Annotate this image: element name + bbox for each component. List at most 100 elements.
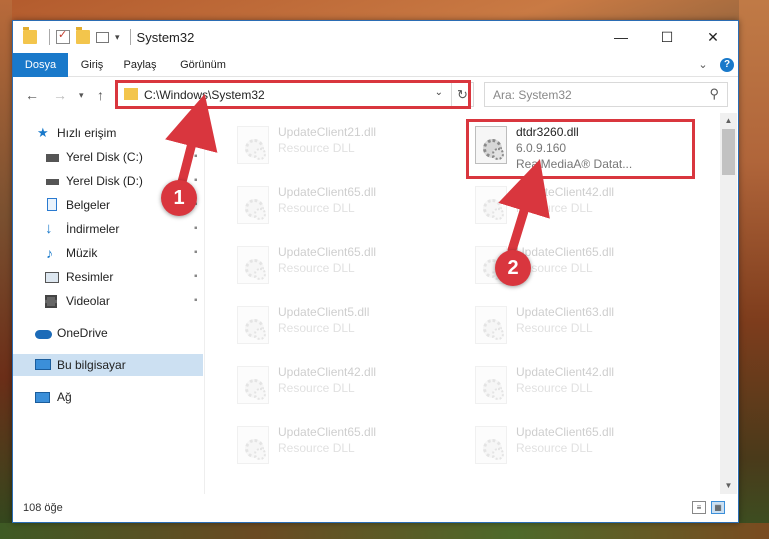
dll-file-icon <box>475 186 507 224</box>
maximize-button[interactable]: ☐ <box>644 21 690 53</box>
file-name: UpdateClient65.dll <box>516 425 615 439</box>
view-icon[interactable] <box>96 31 109 43</box>
file-item[interactable]: UpdateClient65.dll Resource DLL <box>229 422 459 472</box>
sidebar-item-videos[interactable]: Videolar ▪ <box>13 290 203 312</box>
ribbon-tabs: Dosya Giriş Paylaş Görünüm ⌄ ? <box>13 53 738 77</box>
sidebar-item-music[interactable]: ♪ Müzik ▪ <box>13 242 203 264</box>
documents-icon <box>47 198 57 211</box>
step-marker-1: 1 <box>161 180 197 216</box>
file-name: UpdateClient63.dll <box>516 305 615 319</box>
file-type: Resource DLL <box>278 141 355 155</box>
item-count: 108 öğe <box>23 502 63 514</box>
network-icon <box>35 392 50 403</box>
file-item[interactable]: UpdateClient65.dll Resource DLL <box>467 422 697 472</box>
large-icons-view-icon[interactable]: ▦ <box>711 501 725 514</box>
file-type: Resource DLL <box>516 201 593 215</box>
file-name: UpdateClient42.dll <box>516 365 615 379</box>
vertical-scrollbar[interactable]: ▲ ▼ <box>720 113 737 494</box>
sidebar-item-quick-access[interactable]: ★ Hızlı erişim <box>13 122 203 144</box>
sidebar-item-label: Resimler <box>66 270 114 284</box>
dll-file-icon <box>237 366 269 404</box>
download-icon: ↓ <box>45 220 53 237</box>
tab-share[interactable]: Paylaş <box>115 53 165 77</box>
desktop-background-right <box>739 0 769 539</box>
sidebar-item-label: Belgeler <box>66 198 111 212</box>
file-name: UpdateClient65.dll <box>278 185 377 199</box>
sidebar-item-label: Hızlı erişim <box>57 126 117 140</box>
back-arrow-icon[interactable]: ← <box>25 87 39 103</box>
customize-dropdown-icon[interactable]: ▾ <box>115 32 120 43</box>
file-item[interactable]: UpdateClient42.dll Resource DLL <box>229 362 459 412</box>
search-placeholder: Ara: System32 <box>493 88 572 102</box>
file-item[interactable]: UpdateClient21.dll Resource DLL <box>229 122 459 172</box>
up-arrow-icon[interactable]: ↑ <box>97 87 104 103</box>
pin-icon[interactable]: ▪ <box>194 242 198 264</box>
sidebar-item-onedrive[interactable]: OneDrive <box>13 322 203 344</box>
window-title: System32 <box>136 29 195 45</box>
file-type: Resource DLL <box>516 321 593 335</box>
cloud-icon <box>35 330 52 339</box>
ribbon-collapse-icon[interactable]: ⌄ <box>695 53 711 77</box>
search-icon[interactable]: ⚲ <box>709 86 719 102</box>
file-item[interactable]: UpdateClient65.dll Resource DLL <box>229 182 459 232</box>
tab-view[interactable]: Görünüm <box>171 53 235 77</box>
sidebar-item-this-pc[interactable]: Bu bilgisayar <box>13 354 203 376</box>
separator <box>49 29 50 45</box>
dll-file-icon <box>237 246 269 284</box>
help-icon[interactable]: ? <box>720 58 734 72</box>
pin-icon[interactable]: ▪ <box>194 290 198 312</box>
file-item[interactable]: UpdateClient42.dll Resource DLL <box>467 362 697 412</box>
sidebar-item-label: Ağ <box>57 390 72 404</box>
desktop-background-left <box>0 0 12 539</box>
tab-home[interactable]: Giriş <box>71 53 113 77</box>
details-view-icon[interactable]: ≡ <box>692 501 706 514</box>
dll-file-icon <box>475 306 507 344</box>
recent-locations-icon[interactable]: ▾ <box>79 90 84 101</box>
file-name: UpdateClient5.dll <box>278 305 370 319</box>
desktop-background-bottom <box>0 523 769 539</box>
drive-icon <box>46 154 59 162</box>
sidebar-item-label: Bu bilgisayar <box>57 358 126 372</box>
pin-icon[interactable]: ▪ <box>194 266 198 288</box>
videos-icon <box>45 295 57 308</box>
search-input[interactable]: Ara: System32 ⚲ <box>484 82 728 107</box>
file-type: Resource DLL <box>278 261 355 275</box>
navigation-pane: ★ Hızlı erişim Yerel Disk (C:) ▪ Yerel D… <box>13 113 205 494</box>
file-name: UpdateClient65.dll <box>278 245 377 259</box>
file-name: UpdateClient65.dll <box>516 245 615 259</box>
file-item[interactable]: UpdateClient65.dll Resource DLL <box>229 242 459 292</box>
properties-icon[interactable] <box>56 28 70 44</box>
file-item[interactable]: UpdateClient42.dll Resource DLL <box>467 182 697 232</box>
pictures-icon <box>45 272 59 283</box>
dll-file-icon <box>237 126 269 164</box>
close-button[interactable]: ✕ <box>690 21 736 53</box>
new-folder-icon[interactable] <box>76 27 90 44</box>
file-item[interactable]: UpdateClient63.dll Resource DLL <box>467 302 697 352</box>
scroll-thumb[interactable] <box>722 129 735 175</box>
folder-icon <box>23 27 37 44</box>
address-bar-highlight <box>115 80 471 109</box>
scroll-up-icon[interactable]: ▲ <box>720 113 737 129</box>
pin-icon[interactable]: ▪ <box>194 146 198 168</box>
file-type: Resource DLL <box>516 381 593 395</box>
sidebar-item-network[interactable]: Ağ <box>13 386 203 408</box>
computer-icon <box>35 359 51 370</box>
sidebar-item-label: Yerel Disk (D:) <box>66 174 143 188</box>
file-name: UpdateClient65.dll <box>278 425 377 439</box>
minimize-button[interactable]: — <box>598 21 644 53</box>
file-type: Resource DLL <box>516 441 593 455</box>
sidebar-item-downloads[interactable]: ↓ İndirmeler ▪ <box>13 218 203 240</box>
file-type: Resource DLL <box>278 201 355 215</box>
sidebar-item-disk-c[interactable]: Yerel Disk (C:) ▪ <box>13 146 203 168</box>
pin-icon[interactable]: ▪ <box>194 218 198 240</box>
file-name: UpdateClient42.dll <box>516 185 615 199</box>
title-bar: ▾ System32 — ☐ ✕ <box>13 21 738 53</box>
forward-arrow-icon[interactable]: → <box>53 87 67 103</box>
file-highlight <box>466 119 695 179</box>
file-item[interactable]: UpdateClient5.dll Resource DLL <box>229 302 459 352</box>
star-icon: ★ <box>37 125 49 140</box>
tab-file[interactable]: Dosya <box>13 53 68 77</box>
sidebar-item-pictures[interactable]: Resimler ▪ <box>13 266 203 288</box>
dll-file-icon <box>237 306 269 344</box>
scroll-down-icon[interactable]: ▼ <box>720 478 737 494</box>
